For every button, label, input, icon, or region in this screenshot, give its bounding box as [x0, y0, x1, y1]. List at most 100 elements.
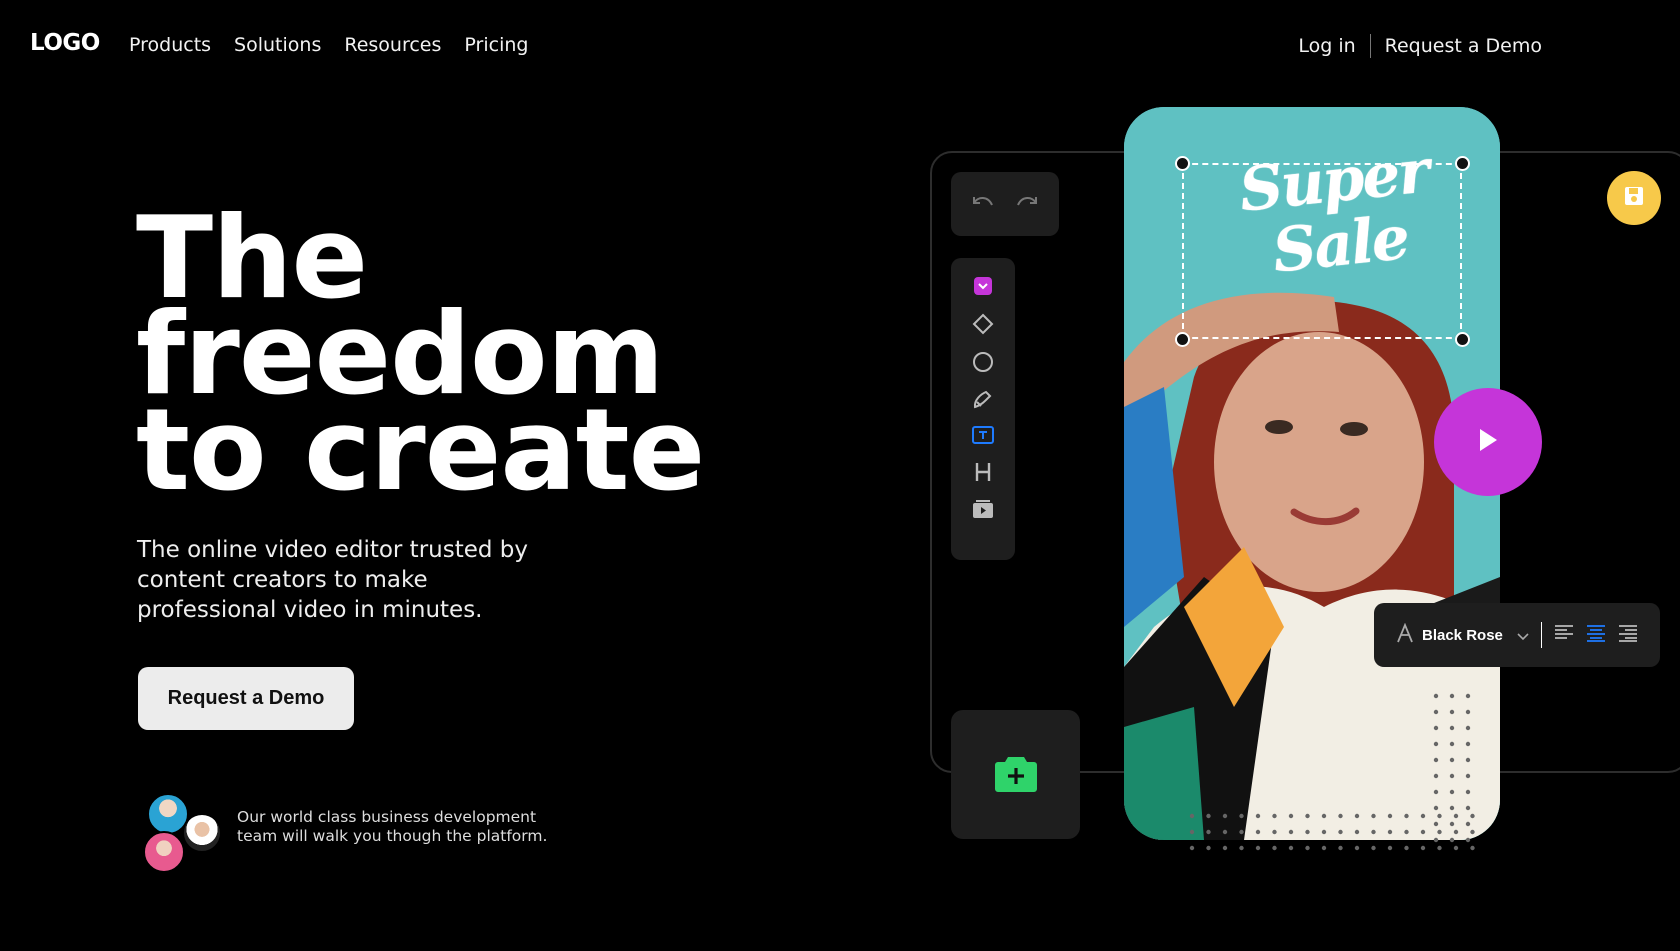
request-demo-link[interactable]: Request a Demo [1385, 35, 1542, 57]
dot [1239, 845, 1244, 851]
dot [1465, 773, 1471, 779]
dot [1387, 845, 1393, 851]
heading-icon[interactable] [971, 460, 995, 484]
dot [1222, 829, 1228, 835]
request-demo-button[interactable]: Request a Demo [138, 667, 354, 730]
dot-pattern-horizontal [1189, 813, 1475, 851]
dot [1437, 845, 1442, 851]
align-right-icon[interactable] [1618, 624, 1638, 646]
circle-icon[interactable] [971, 350, 995, 374]
dot [1305, 813, 1310, 819]
nav-actions: Log in Request a Demo [1298, 34, 1542, 58]
add-media-icon[interactable] [994, 753, 1038, 797]
add-media-panel [951, 710, 1080, 839]
dot [1321, 829, 1327, 835]
dot [1449, 709, 1455, 715]
resize-handle-bottom-right[interactable] [1455, 332, 1470, 347]
logo[interactable]: LOGO [30, 30, 100, 56]
align-left-icon[interactable] [1554, 624, 1574, 646]
dot [1189, 829, 1195, 835]
media-icon[interactable] [971, 497, 995, 521]
dot [1437, 813, 1442, 819]
diamond-icon[interactable] [971, 312, 995, 336]
pen-icon[interactable] [971, 387, 995, 411]
dot [1453, 829, 1459, 835]
dot [1206, 829, 1211, 835]
dot [1433, 725, 1439, 731]
dot [1433, 741, 1439, 747]
dot [1437, 829, 1442, 835]
dot [1338, 813, 1343, 819]
dot [1420, 813, 1426, 819]
dot [1470, 829, 1475, 835]
top-navigation: LOGO Products Solutions Resources Pricin… [0, 0, 1680, 95]
dot [1206, 813, 1211, 819]
dot [1239, 829, 1244, 835]
dot [1465, 709, 1471, 715]
dot [1449, 789, 1455, 795]
play-icon [1477, 427, 1499, 457]
dot [1387, 829, 1393, 835]
dot [1433, 757, 1439, 763]
dot [1470, 845, 1475, 851]
dot [1420, 845, 1426, 851]
save-button[interactable] [1607, 171, 1661, 225]
dot [1305, 829, 1310, 835]
dot [1189, 813, 1195, 819]
hero-title: The freedom to create [136, 202, 705, 516]
nav-link-resources[interactable]: Resources [344, 34, 441, 56]
select-icon[interactable] [971, 274, 995, 298]
selection-box[interactable] [1182, 163, 1462, 339]
chevron-down-icon[interactable] [1517, 626, 1529, 645]
avatar [143, 831, 185, 873]
dot [1255, 813, 1261, 819]
login-link[interactable]: Log in [1298, 35, 1355, 57]
dot [1272, 813, 1277, 819]
resize-handle-top-left[interactable] [1175, 156, 1190, 171]
dot [1354, 845, 1360, 851]
dot [1321, 813, 1327, 819]
dot [1420, 829, 1426, 835]
dot [1371, 845, 1376, 851]
save-icon [1623, 185, 1645, 211]
dot [1239, 813, 1244, 819]
toolbar-divider [1540, 622, 1542, 648]
nav-link-products[interactable]: Products [129, 34, 211, 56]
hero-subtitle: The online video editor trusted by conte… [137, 537, 529, 623]
hero-title-line-3: to create [136, 384, 705, 516]
undo-icon[interactable] [970, 193, 996, 215]
dot [1354, 813, 1360, 819]
dot [1433, 709, 1439, 715]
dot [1470, 813, 1475, 819]
nav-link-pricing[interactable]: Pricing [464, 34, 528, 56]
dot [1433, 693, 1439, 699]
avatar [182, 813, 222, 853]
text-icon[interactable] [971, 423, 995, 447]
dot [1321, 845, 1327, 851]
nav-divider [1369, 34, 1371, 58]
dot [1272, 829, 1277, 835]
dot [1288, 829, 1294, 835]
dot [1222, 845, 1228, 851]
dot [1189, 845, 1195, 851]
dot [1288, 845, 1294, 851]
dot [1449, 693, 1455, 699]
dot [1449, 725, 1455, 731]
dot [1465, 725, 1471, 731]
align-center-icon[interactable] [1586, 624, 1606, 646]
dot [1255, 829, 1261, 835]
play-button[interactable] [1434, 388, 1542, 496]
team-avatars [143, 793, 222, 873]
dot [1433, 773, 1439, 779]
font-toolbar: Black Rose [1374, 603, 1660, 667]
dot [1453, 845, 1459, 851]
dot [1288, 813, 1294, 819]
font-name[interactable]: Black Rose [1422, 627, 1503, 644]
redo-icon[interactable] [1014, 193, 1040, 215]
dot [1354, 829, 1360, 835]
resize-handle-top-right[interactable] [1455, 156, 1470, 171]
dot [1206, 845, 1211, 851]
resize-handle-bottom-left[interactable] [1175, 332, 1190, 347]
nav-link-solutions[interactable]: Solutions [234, 34, 321, 56]
nav-links: Products Solutions Resources Pricing [129, 34, 528, 56]
